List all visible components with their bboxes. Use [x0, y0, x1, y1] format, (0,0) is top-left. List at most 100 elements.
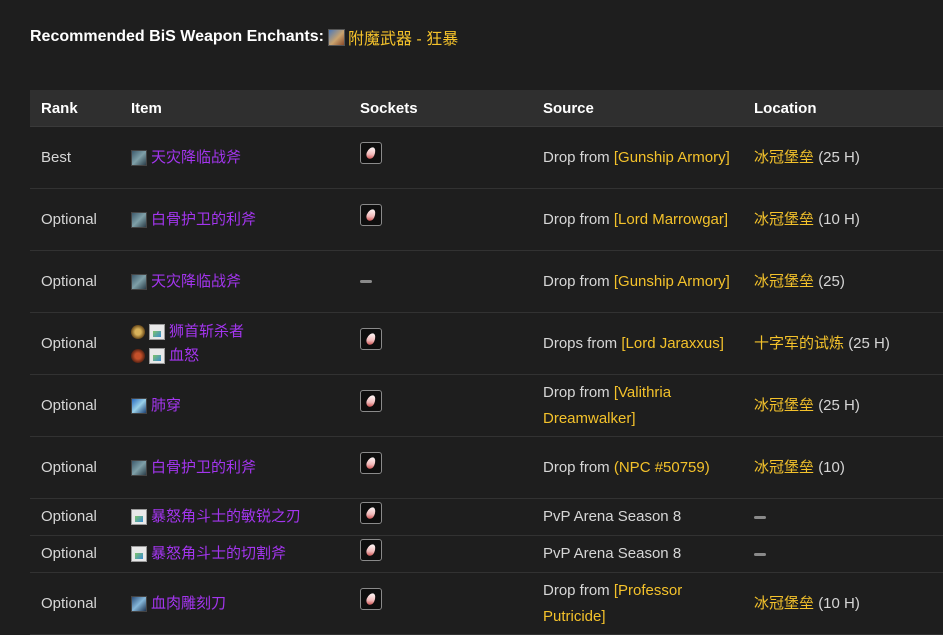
location-cell — [743, 498, 943, 536]
item-link[interactable]: 血肉雕刻刀 — [151, 592, 226, 616]
sockets-cell — [349, 498, 532, 536]
rank-cell: Optional — [30, 250, 120, 313]
broken-image-icon — [131, 546, 147, 562]
item-link[interactable]: 白骨护卫的利斧 — [151, 456, 256, 480]
empty-dash-icon — [360, 280, 372, 284]
sockets-cell — [349, 250, 532, 313]
column-header-location[interactable]: Location — [743, 90, 943, 127]
eye-icon — [131, 348, 145, 363]
item-entry: 血肉雕刻刀 — [131, 592, 349, 616]
item-entry: 暴怒角斗士的敏锐之刃 — [131, 505, 349, 529]
empty-dash-icon — [754, 515, 766, 519]
item-cell: 肺穿 — [120, 374, 349, 437]
broken-image-icon — [149, 347, 165, 364]
location-cell: 冰冠堡垒 (25) — [743, 250, 943, 313]
column-header-item[interactable]: Item — [120, 90, 349, 127]
rank-cell: Optional — [30, 535, 120, 573]
item-link[interactable]: 肺穿 — [151, 394, 181, 418]
axe-icon — [131, 459, 147, 476]
source-text: PvP Arena Season 8 — [543, 508, 682, 525]
item-entry: 狮首斩杀者 — [131, 320, 349, 344]
rank-cell: Optional — [30, 312, 120, 375]
location-mode: (10 H) — [818, 594, 860, 612]
source-cell: PvP Arena Season 8 — [532, 498, 743, 536]
table-row: Optional 肺穿 Drop from [Valithria Dreamwalk… — [30, 374, 943, 437]
location-link[interactable]: 冰冠堡垒 — [754, 397, 814, 414]
rank-cell: Optional — [30, 572, 120, 635]
item-link[interactable]: 血怒 — [169, 344, 199, 368]
red-gem-socket-icon[interactable] — [360, 588, 382, 610]
source-cell: Drop from [Valithria Dreamwalker] — [532, 374, 743, 437]
location-mode: (10 H) — [818, 210, 860, 228]
table-row: Optional 白骨护卫的利斧 Drop from [Lord Marrowgar… — [30, 188, 943, 251]
location-cell: 冰冠堡垒 (10 H) — [743, 572, 943, 635]
source-cell: PvP Arena Season 8 — [532, 535, 743, 573]
source-text: PvP Arena Season 8 — [543, 545, 682, 562]
broken-image-icon — [149, 323, 165, 340]
item-link[interactable]: 白骨护卫的利斧 — [151, 208, 256, 232]
location-link[interactable]: 冰冠堡垒 — [754, 273, 814, 290]
location-link[interactable]: 冰冠堡垒 — [754, 459, 814, 476]
source-link[interactable]: [Gunship Armory] — [614, 273, 730, 290]
source-text: Drop from — [543, 383, 610, 401]
item-cell: 狮首斩杀者 血怒 — [120, 312, 349, 375]
sockets-cell — [349, 572, 532, 635]
item-cell: 血肉雕刻刀 — [120, 572, 349, 635]
red-gem-socket-icon[interactable] — [360, 501, 382, 524]
location-mode: (25 H) — [848, 334, 890, 352]
source-cell: Drop from [Lord Marrowgar] — [532, 188, 743, 251]
location-cell: 冰冠堡垒 (25 H) — [743, 126, 943, 189]
location-cell: 十字军的试炼 (25 H) — [743, 312, 943, 375]
item-entry: 肺穿 — [131, 394, 349, 418]
location-link[interactable]: 冰冠堡垒 — [754, 595, 814, 612]
source-link[interactable]: (NPC #50759) — [614, 459, 710, 476]
table-row: Optional 暴怒角斗士的切割斧 PvP Arena Season 8 — [30, 535, 943, 573]
source-cell: Drop from [Professor Putricide] — [532, 572, 743, 635]
table-row: Best 天灾降临战斧 Drop from [Gunship Armory] 冰冠堡垒… — [30, 126, 943, 189]
item-link[interactable]: 暴怒角斗士的切割斧 — [151, 542, 286, 566]
trinket-icon — [131, 324, 145, 339]
red-gem-socket-icon[interactable] — [360, 390, 382, 412]
column-header-rank[interactable]: Rank — [30, 90, 120, 127]
source-text: Drops from — [543, 334, 618, 352]
source-link[interactable]: [Lord Jaraxxus] — [621, 335, 724, 352]
source-link[interactable]: [Gunship Armory] — [614, 149, 730, 166]
location-link[interactable]: 十字军的试炼 — [754, 335, 844, 352]
broken-image-icon — [131, 509, 147, 525]
item-link[interactable]: 天灾降临战斧 — [151, 146, 241, 170]
location-link[interactable]: 冰冠堡垒 — [754, 211, 814, 228]
item-cell: 天灾降临战斧 — [120, 250, 349, 313]
axe-icon — [131, 211, 147, 228]
source-text: Drop from — [543, 581, 610, 599]
item-link[interactable]: 天灾降临战斧 — [151, 270, 241, 294]
sockets-cell — [349, 535, 532, 573]
item-link[interactable]: 狮首斩杀者 — [169, 320, 244, 344]
enchant-scroll-icon — [327, 28, 345, 46]
cleaver-icon — [131, 595, 147, 612]
item-link[interactable]: 暴怒角斗士的敏锐之刃 — [151, 505, 301, 529]
red-gem-socket-icon[interactable] — [360, 328, 382, 350]
rank-cell: Best — [30, 126, 120, 189]
column-header-source[interactable]: Source — [532, 90, 743, 127]
source-text: Drop from — [543, 210, 610, 228]
location-link[interactable]: 冰冠堡垒 — [754, 149, 814, 166]
table-row: Optional 血肉雕刻刀 Drop from [Professor Putric… — [30, 572, 943, 635]
location-cell: 冰冠堡垒 (25 H) — [743, 374, 943, 437]
item-cell: 天灾降临战斧 — [120, 126, 349, 189]
axe-icon — [131, 273, 147, 290]
enchant-link[interactable]: 附魔武器 - 狂暴 — [348, 25, 458, 49]
location-mode: (25) — [818, 272, 845, 290]
table-header-row: Rank Item Sockets Source Location — [30, 90, 943, 127]
location-cell: 冰冠堡垒 (10) — [743, 436, 943, 499]
red-gem-socket-icon[interactable] — [360, 204, 382, 226]
item-entry: 天灾降临战斧 — [131, 270, 349, 294]
red-gem-socket-icon[interactable] — [360, 538, 382, 561]
empty-dash-icon — [754, 552, 766, 556]
item-entry: 天灾降临战斧 — [131, 146, 349, 170]
item-entry: 血怒 — [131, 344, 349, 368]
column-header-sockets[interactable]: Sockets — [349, 90, 532, 127]
red-gem-socket-icon[interactable] — [360, 452, 382, 474]
table-row: Optional 白骨护卫的利斧 Drop from (NPC #50759) 冰冠堡… — [30, 436, 943, 499]
source-link[interactable]: [Lord Marrowgar] — [614, 211, 728, 228]
red-gem-socket-icon[interactable] — [360, 142, 382, 164]
